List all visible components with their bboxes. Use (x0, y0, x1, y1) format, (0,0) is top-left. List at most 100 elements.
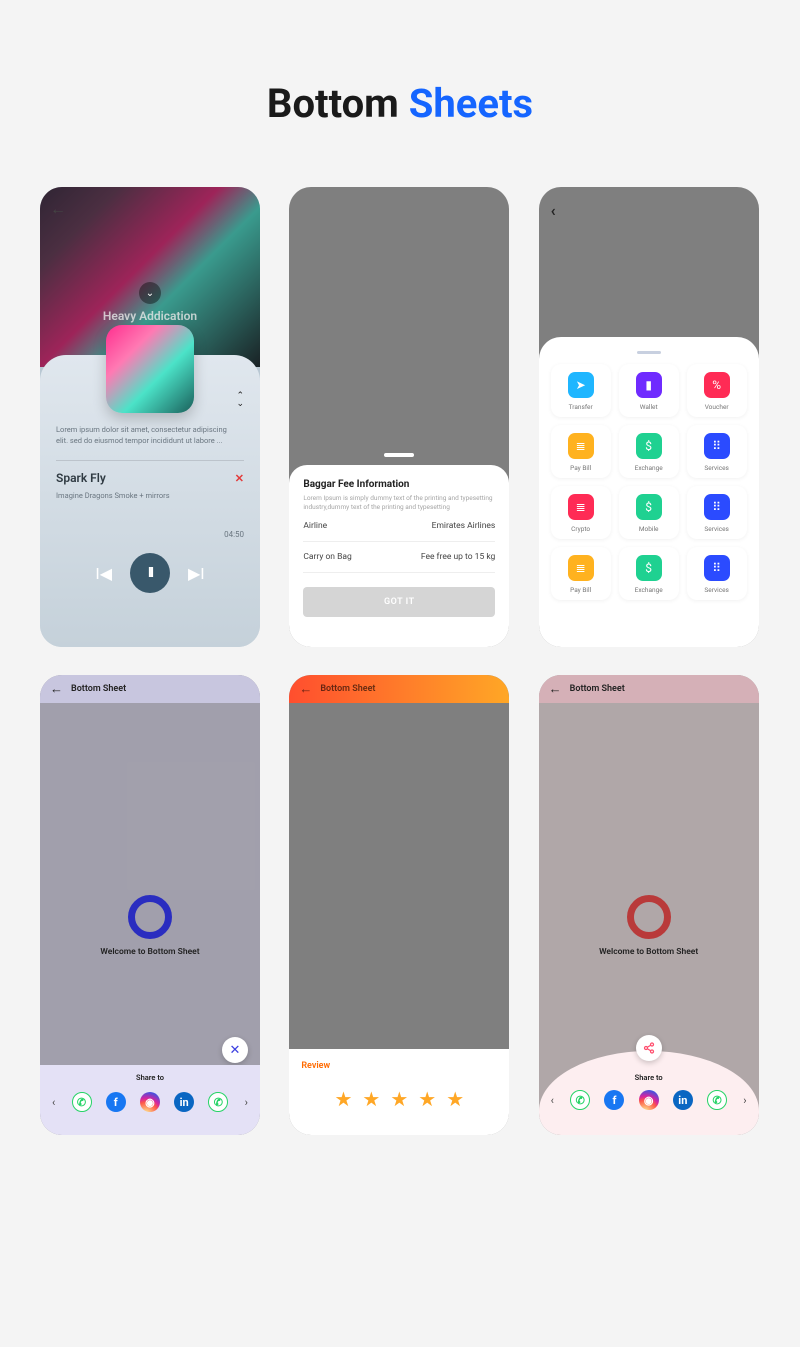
star-icon[interactable]: ★ (446, 1087, 464, 1111)
service-icon: ⠿ (704, 494, 730, 520)
scroll-right-button[interactable]: › (243, 1096, 250, 1109)
back-button[interactable]: ← (549, 681, 562, 697)
artist-name: Imagine Dragons Smoke + mirrors (56, 491, 244, 500)
service-label: Exchange (635, 586, 663, 594)
service-item[interactable]: $ Exchange (619, 547, 679, 600)
welcome-text: Welcome to Bottom Sheet (40, 947, 260, 957)
social-row: ‹ ✆ f ◉ in ✆ › (549, 1090, 749, 1110)
header-title: Bottom Sheet (71, 684, 126, 694)
service-item[interactable]: ➤ Transfer (551, 364, 611, 417)
card-review-stars: ← Bottom Sheet Review ★ ★ ★ ★ ★ (289, 675, 509, 1135)
scroll-right-button[interactable]: › (741, 1094, 748, 1107)
sheet-title: Baggar Fee Information (303, 479, 495, 490)
back-button[interactable]: ← (299, 681, 312, 697)
track-name: Spark Fly (56, 471, 106, 485)
play-pause-button[interactable]: II (130, 553, 170, 593)
services-grid: ➤Transfer▮Wallet%Voucher≣Pay Bill$Exchan… (551, 364, 747, 600)
service-icon: $ (636, 555, 662, 581)
whatsapp-icon[interactable]: ✆ (72, 1092, 92, 1112)
service-item[interactable]: ≣ Crypto (551, 486, 611, 539)
services-bottom-sheet: ➤Transfer▮Wallet%Voucher≣Pay Bill$Exchan… (539, 337, 759, 647)
info-row-carryon: Carry on Bag Fee free up to 15 kg (303, 542, 495, 573)
sheet-header: ← Bottom Sheet (539, 675, 759, 703)
header-title: Bottom Sheet (570, 684, 625, 694)
overlay-track-title: Heavy Addication (40, 309, 260, 323)
service-item[interactable]: ≣Pay Bill (551, 547, 611, 600)
share-bottom-sheet: Share to ‹ ✆ f ◉ in ✆ › (40, 1065, 260, 1135)
whatsapp-icon[interactable]: ✆ (570, 1090, 590, 1110)
share-label: Share to (50, 1073, 250, 1082)
row-value: Emirates Airlines (432, 521, 496, 531)
whatsapp-icon[interactable]: ✆ (208, 1092, 228, 1112)
scroll-left-button[interactable]: ‹ (549, 1094, 556, 1107)
row-label: Carry on Bag (303, 552, 351, 562)
row-value: Fee free up to 15 kg (421, 552, 496, 562)
service-label: Pay Bill (570, 464, 591, 472)
service-item[interactable]: $Exchange (619, 425, 679, 478)
star-icon[interactable]: ★ (418, 1087, 436, 1111)
card-music-player: ← ⌄ Heavy Addication Lorem ipsum dolor s… (40, 187, 260, 647)
service-label: Pay Bill (570, 586, 591, 594)
service-label: Services (704, 464, 729, 472)
loading-ring-icon (128, 895, 172, 939)
star-icon[interactable]: ★ (334, 1087, 352, 1111)
album-art[interactable] (106, 325, 194, 413)
service-icon: $ (636, 433, 662, 459)
card-share-purple: ← Bottom Sheet Welcome to Bottom Sheet ✕… (40, 675, 260, 1135)
drag-handle[interactable] (637, 351, 661, 354)
header-title: Bottom Sheet (320, 684, 375, 694)
facebook-icon[interactable]: f (604, 1090, 624, 1110)
star-rating[interactable]: ★ ★ ★ ★ ★ (301, 1087, 497, 1111)
drag-handle[interactable] (384, 453, 414, 457)
service-icon: ≣ (568, 433, 594, 459)
service-label: Wallet (640, 403, 658, 411)
service-label: Mobile (639, 525, 659, 533)
baggage-bottom-sheet: Baggar Fee Information Lorem Ipsum is si… (289, 465, 509, 647)
service-item[interactable]: ▮Wallet (619, 364, 679, 417)
service-label: Crypto (571, 525, 590, 533)
facebook-icon[interactable]: f (106, 1092, 126, 1112)
service-item[interactable]: ≣ Pay Bill (551, 425, 611, 478)
star-icon[interactable]: ★ (362, 1087, 380, 1111)
service-icon: ≣ (568, 494, 594, 520)
whatsapp-icon[interactable]: ✆ (707, 1090, 727, 1110)
linkedin-icon[interactable]: in (174, 1092, 194, 1112)
welcome-text: Welcome to Bottom Sheet (539, 947, 759, 957)
title-part2: Sheets (409, 80, 533, 127)
chevron-down-icon[interactable]: ⌄ (139, 282, 161, 304)
instagram-icon[interactable]: ◉ (140, 1092, 160, 1112)
service-item[interactable]: ⠿Services (687, 547, 747, 600)
close-button[interactable]: ✕ (222, 1037, 248, 1063)
service-item[interactable]: %Voucher (687, 364, 747, 417)
back-button[interactable]: ← (50, 681, 63, 697)
title-part1: Bottom (267, 80, 409, 127)
next-track-button[interactable]: ▶I (188, 564, 205, 583)
shuffle-icon[interactable]: ✕ (235, 472, 244, 485)
service-label: Transfer (569, 403, 593, 411)
service-item[interactable]: ⠿Services (687, 425, 747, 478)
back-button[interactable]: ← (50, 199, 66, 219)
expand-collapse-control[interactable]: ⌃⌄ (236, 393, 244, 407)
back-button[interactable]: ‹ (551, 201, 556, 220)
share-label: Share to (549, 1073, 749, 1082)
service-icon: ⠿ (704, 555, 730, 581)
review-bottom-sheet: Review ★ ★ ★ ★ ★ (289, 1049, 509, 1135)
showcase-grid: ← ⌄ Heavy Addication Lorem ipsum dolor s… (40, 187, 760, 1135)
got-it-button[interactable]: GOT IT (303, 587, 495, 617)
service-icon: ➤ (568, 372, 594, 398)
instagram-icon[interactable]: ◉ (639, 1090, 659, 1110)
share-icon[interactable] (636, 1035, 662, 1061)
service-icon: % (704, 372, 730, 398)
service-item[interactable]: $Mobile (619, 486, 679, 539)
scroll-left-button[interactable]: ‹ (50, 1096, 57, 1109)
review-label: Review (301, 1061, 497, 1071)
linkedin-icon[interactable]: in (673, 1090, 693, 1110)
page-title: Bottom Sheets (40, 80, 760, 127)
divider (56, 460, 244, 461)
service-item[interactable]: ⠿Services (687, 486, 747, 539)
info-row-airline: Airline Emirates Airlines (303, 511, 495, 542)
star-icon[interactable]: ★ (390, 1087, 408, 1111)
card-services-grid: ‹ ➤Transfer▮Wallet%Voucher≣Pay Bill$Exch… (539, 187, 759, 647)
sheet-header: ← Bottom Sheet (40, 675, 260, 703)
prev-track-button[interactable]: I◀ (95, 564, 112, 583)
